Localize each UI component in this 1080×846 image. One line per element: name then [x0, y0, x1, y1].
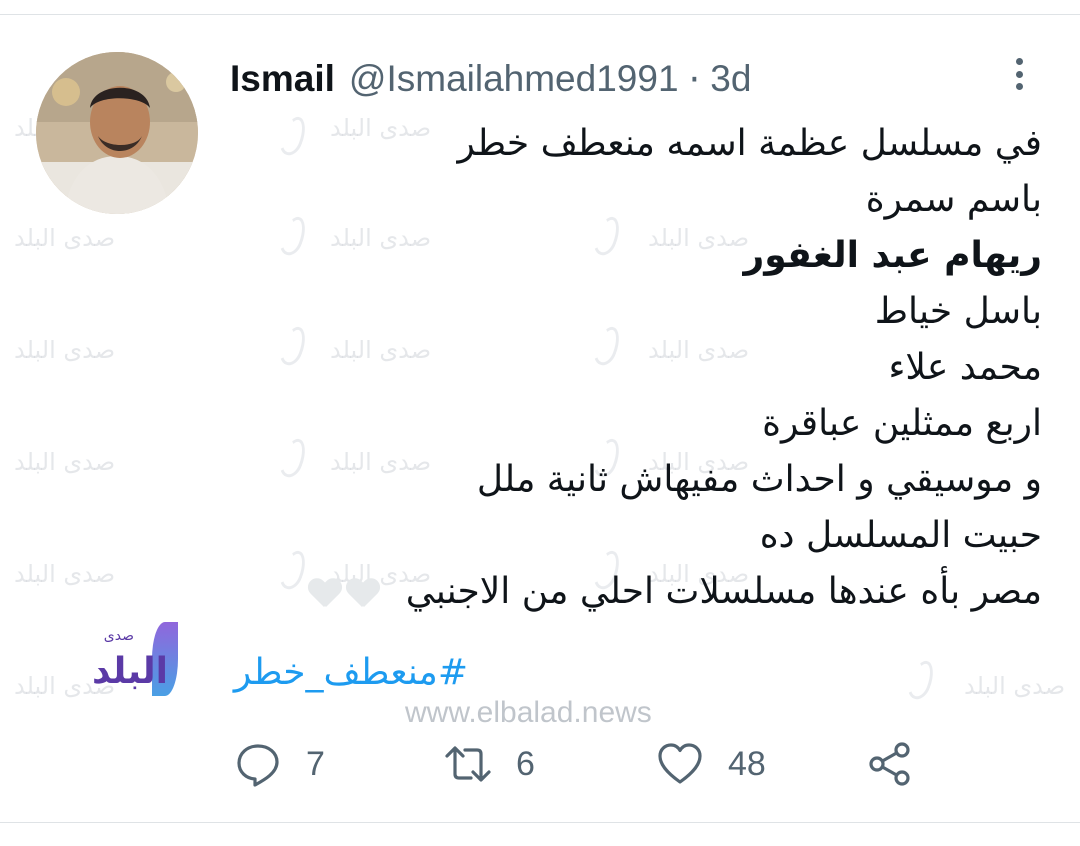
separator-dot: ·	[688, 57, 701, 101]
like-icon	[658, 743, 702, 784]
reply-count: 7	[306, 744, 325, 783]
tweet-text: في مسلسل عظمة اسمه منعطف خطر باسم سمرة ر…	[222, 116, 1042, 620]
retweet-icon	[445, 746, 491, 782]
watermark-text: صدى البلد	[14, 560, 116, 588]
tweet-line: و موسيقي و احداث مفيهاش ثانية ملل	[476, 459, 1042, 500]
top-divider	[0, 14, 1080, 15]
like-count: 48	[728, 744, 766, 783]
logo-small-text: صدى	[103, 628, 134, 644]
tweet-line: ريهام عبد الغفور	[743, 235, 1042, 276]
watermark-text: صدى البلد	[14, 448, 116, 476]
tweet-actions: 7 6 48	[0, 732, 1080, 796]
hashtag-link[interactable]: #منعطف_خطر	[234, 652, 468, 693]
share-icon	[869, 742, 910, 786]
heart-emojis	[304, 565, 380, 621]
like-button[interactable]: 48	[656, 732, 766, 796]
watermark-text: صدى البلد	[964, 672, 1066, 700]
watermark-swirl	[903, 657, 939, 703]
heart-emoji-icon	[308, 579, 342, 609]
user-handle[interactable]: @Ismailahmed1991	[349, 58, 679, 100]
share-button[interactable]	[866, 732, 914, 796]
tweet-line: في مسلسل عظمة اسمه منعطف خطر	[457, 123, 1043, 164]
tweet-line: محمد علاء	[888, 347, 1042, 388]
avatar[interactable]	[36, 52, 198, 214]
watermark-text: صدى البلد	[14, 336, 116, 364]
logo-text: البلد	[91, 651, 168, 692]
more-vertical-icon[interactable]	[1008, 54, 1030, 94]
tweet-line: مصر بأه عندها مسلسلات احلي من الاجنبي	[405, 571, 1042, 612]
tweet-line: حبيت المسلسل ده	[759, 515, 1042, 556]
reply-button[interactable]: 7	[234, 732, 325, 796]
watermark-site: www.elbalad.news	[405, 696, 652, 729]
timestamp[interactable]: 3d	[710, 58, 751, 100]
tweet-line: باسم سمرة	[865, 179, 1042, 220]
watermark-text: صدى البلد	[14, 224, 116, 252]
tweet-header: Ismail @Ismailahmed1991 · 3d	[230, 54, 751, 104]
reply-icon	[237, 744, 279, 787]
watermark-logo: صدى البلد	[70, 622, 178, 700]
tweet-line: باسل خياط	[874, 291, 1042, 332]
retweet-count: 6	[516, 744, 535, 783]
bottom-divider	[0, 822, 1080, 823]
display-name[interactable]: Ismail	[230, 58, 335, 100]
heart-emoji-icon	[346, 579, 380, 609]
retweet-button[interactable]: 6	[444, 732, 535, 796]
tweet-line: اربع ممثلين عباقرة	[762, 403, 1042, 444]
avatar-photo	[36, 52, 198, 214]
tweet-line-last: مصر بأه عندها مسلسلات احلي من الاجنبي	[222, 564, 1042, 620]
